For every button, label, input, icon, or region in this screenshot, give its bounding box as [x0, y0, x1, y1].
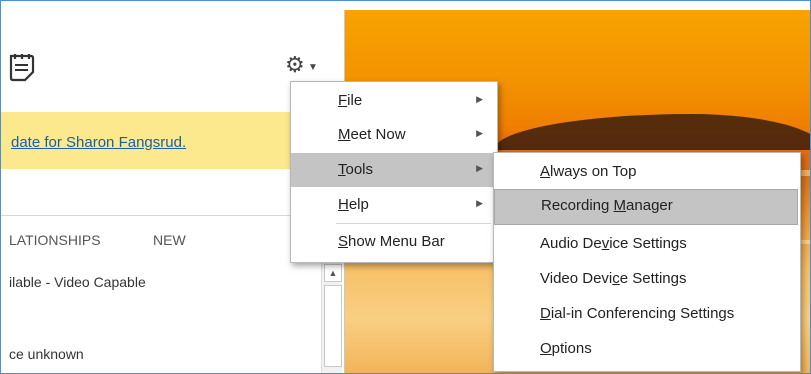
- tab-new[interactable]: NEW: [153, 232, 186, 248]
- submenu-arrow-icon: ▶: [476, 198, 483, 208]
- contact-status[interactable]: ce unknown: [9, 346, 84, 362]
- menu-item-label: Dial-in Conferencing Settings: [540, 305, 735, 322]
- menu-item-label: Tools: [338, 161, 374, 178]
- gear-icon[interactable]: ⚙: [285, 54, 305, 76]
- notes-icon[interactable]: [9, 52, 35, 82]
- menu-item-file[interactable]: File ▶: [291, 84, 497, 118]
- window-frame: ⚙ ▼ date for Sharon Fangsrud. LATIONSHIP…: [0, 0, 811, 374]
- tab-relationships[interactable]: LATIONSHIPS: [9, 232, 101, 248]
- menu-item-recording-manager[interactable]: Recording Manager: [494, 189, 798, 225]
- menu-item-show-menu-bar[interactable]: Show Menu Bar: [291, 225, 497, 259]
- menu-item-label: Options: [540, 340, 592, 357]
- menu-item-help[interactable]: Help ▶: [291, 188, 497, 222]
- menu-item-tools[interactable]: Tools ▶: [291, 153, 497, 187]
- menu-item-label: File: [338, 92, 363, 109]
- contact-list-scrollbar[interactable]: ▲: [321, 263, 342, 373]
- menu-item-always-on-top[interactable]: Always on Top: [494, 155, 800, 189]
- menu-item-label: Show Menu Bar: [338, 233, 445, 250]
- menu-item-label: Video Device Settings: [540, 270, 687, 287]
- background-hill: [494, 114, 810, 150]
- submenu-arrow-icon: ▶: [476, 128, 483, 138]
- top-edge: [1, 1, 810, 10]
- scroll-thumb[interactable]: [324, 285, 342, 367]
- scroll-up-arrow-icon[interactable]: ▲: [324, 264, 342, 282]
- menu-item-audio-device-settings[interactable]: Audio Device Settings: [494, 227, 800, 261]
- menu-separator: [336, 223, 491, 224]
- menu-item-label: Audio Device Settings: [540, 235, 687, 252]
- submenu-arrow-icon: ▶: [476, 163, 483, 173]
- options-menu: File ▶ Meet Now ▶ Tools ▶ Help ▶ Show Me…: [290, 81, 498, 263]
- menu-item-label: Help: [338, 196, 369, 213]
- menu-item-label: Always on Top: [540, 163, 637, 180]
- contact-status[interactable]: ilable - Video Capable: [9, 274, 146, 290]
- banner-link[interactable]: date for Sharon Fangsrud.: [11, 134, 186, 151]
- menu-item-options[interactable]: Options: [494, 332, 800, 366]
- submenu-arrow-icon: ▶: [476, 94, 483, 104]
- menu-item-label: Meet Now: [338, 126, 406, 143]
- menu-item-meet-now[interactable]: Meet Now ▶: [291, 118, 497, 152]
- caret-down-icon[interactable]: ▼: [308, 62, 318, 73]
- menu-item-label: Recording Manager: [541, 197, 673, 214]
- menu-item-video-device-settings[interactable]: Video Device Settings: [494, 262, 800, 296]
- menu-item-dial-in-conferencing-settings[interactable]: Dial-in Conferencing Settings: [494, 297, 800, 331]
- tools-submenu: Always on Top Recording Manager Audio De…: [493, 152, 801, 372]
